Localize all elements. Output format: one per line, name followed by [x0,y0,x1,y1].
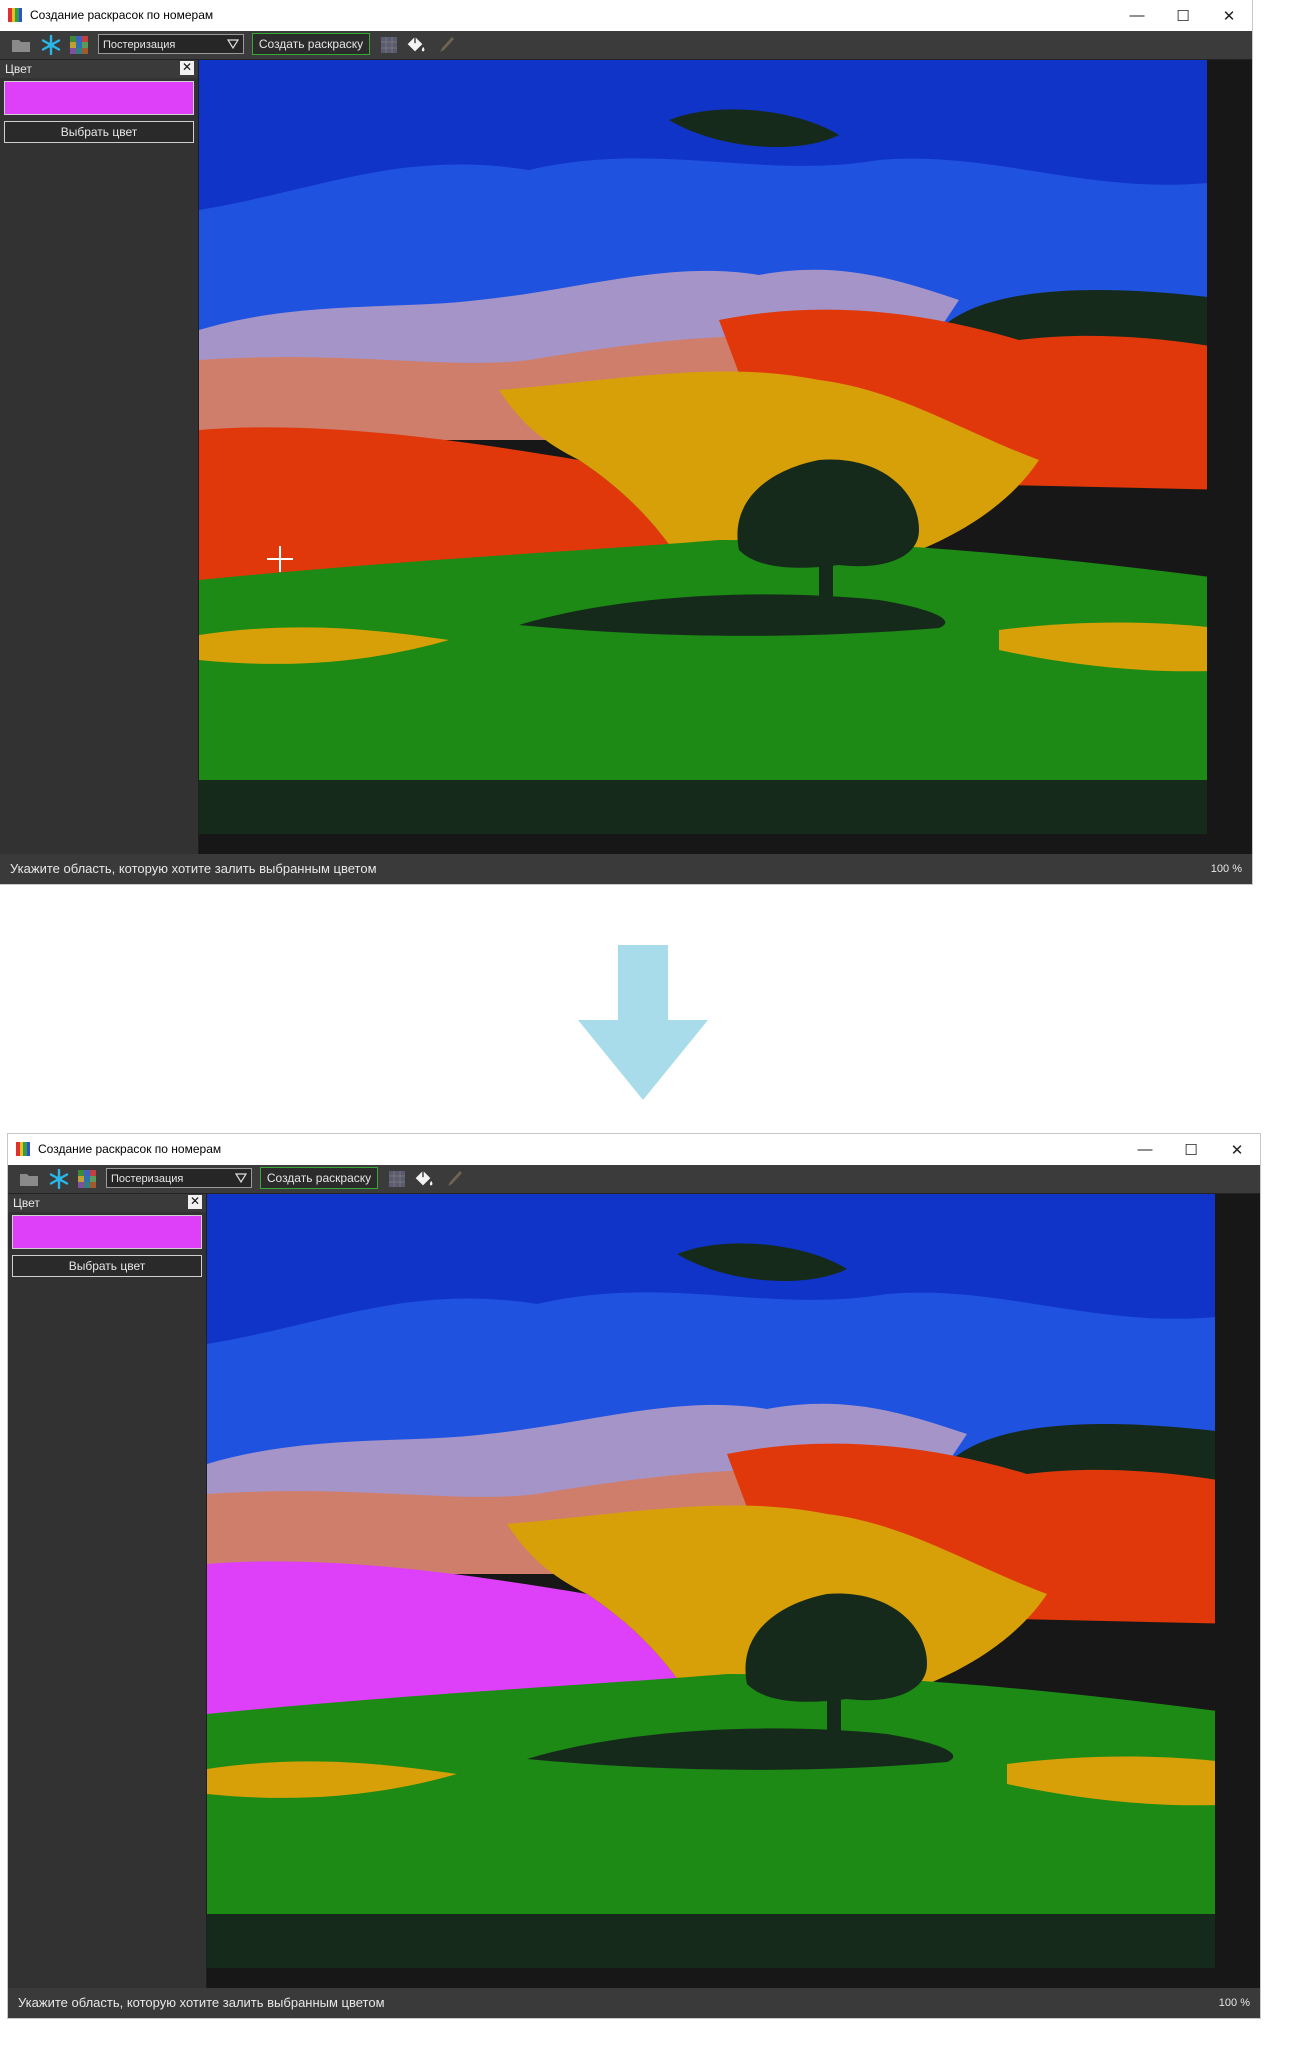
maximize-button[interactable]: ☐ [1168,1134,1214,1165]
zoom-level: 100 % [1210,863,1242,875]
folder-icon[interactable] [10,34,32,56]
panel-close-icon[interactable]: ✕ [180,61,194,75]
minimize-button[interactable]: — [1122,1134,1168,1165]
window-title: Создание раскрасок по номерам [30,8,214,22]
toolbar: Постеризация Создать раскраску [8,1165,1260,1194]
numbers-grid-icon[interactable] [378,34,400,56]
maximize-button[interactable]: ☐ [1160,0,1206,31]
crosshair-cursor-icon [267,546,293,572]
app-icon [8,8,22,22]
mode-select-value: Постеризация [103,39,176,51]
color-panel-title: Цвет [5,62,32,76]
minimize-button[interactable]: — [1114,0,1160,31]
mode-select-value: Постеризация [111,1173,184,1185]
title-bar: Создание раскрасок по номерам — ☐ ✕ [0,0,1252,31]
canvas-right-margin [1207,60,1233,834]
close-button[interactable]: ✕ [1206,0,1252,31]
snowflake-icon[interactable] [40,34,62,56]
window-title: Создание раскрасок по номерам [38,1142,222,1156]
palette-grid-icon[interactable] [76,1168,98,1190]
zoom-level: 100 % [1218,1997,1250,2009]
color-panel-header: Цвет ✕ [0,60,198,78]
folder-icon[interactable] [18,1168,40,1190]
pick-color-button[interactable]: Выбрать цвет [4,121,194,143]
palette-grid-icon[interactable] [68,34,90,56]
paint-bucket-icon[interactable] [412,1168,434,1190]
color-panel-header: Цвет ✕ [8,1194,206,1212]
title-bar: Создание раскрасок по номерам — ☐ ✕ [8,1134,1260,1165]
app-window-after: Создание раскрасок по номерам — ☐ ✕ Пост… [8,1134,1260,2018]
grass-foreground-region [207,1914,1241,1968]
selected-color-swatch[interactable] [12,1215,202,1249]
tree-trunk-region [827,1694,841,1739]
numbers-grid-icon[interactable] [386,1168,408,1190]
tree-trunk-region [819,560,833,605]
panel-close-icon[interactable]: ✕ [188,1195,202,1209]
app-icon [16,1142,30,1156]
selected-color-swatch[interactable] [4,81,194,115]
status-bar: Укажите область, которую хотите залить в… [8,1988,1260,2018]
chevron-down-icon [235,1173,247,1183]
posterized-image-canvas[interactable] [199,60,1233,834]
mode-select[interactable]: Постеризация [106,1168,252,1188]
pick-color-button[interactable]: Выбрать цвет [12,1255,202,1277]
close-button[interactable]: ✕ [1214,1134,1260,1165]
status-message: Укажите область, которую хотите залить в… [10,861,377,876]
status-bar: Укажите область, которую хотите залить в… [0,854,1252,884]
chevron-down-icon [227,39,239,49]
canvas-right-margin [1215,1194,1241,1968]
create-coloring-button[interactable]: Создать раскраску [260,1167,378,1189]
grass-foreground-region [199,780,1233,834]
create-coloring-button[interactable]: Создать раскраску [252,33,370,55]
posterized-image-canvas[interactable] [207,1194,1241,1968]
canvas-area[interactable] [199,60,1252,854]
canvas-area[interactable] [207,1194,1260,1988]
status-message: Укажите область, которую хотите залить в… [18,1995,385,2010]
color-panel: Цвет ✕ Выбрать цвет [0,60,199,854]
transition-arrow-icon [578,945,708,1100]
brush-icon[interactable] [434,34,456,56]
paint-bucket-icon[interactable] [404,34,426,56]
snowflake-icon[interactable] [48,1168,70,1190]
toolbar: Постеризация Создать раскраску [0,31,1252,60]
mode-select[interactable]: Постеризация [98,34,244,54]
app-window-before: Создание раскрасок по номерам — ☐ ✕ Пост… [0,0,1252,884]
color-panel-title: Цвет [13,1196,40,1210]
color-panel: Цвет ✕ Выбрать цвет [8,1194,207,1988]
brush-icon[interactable] [442,1168,464,1190]
